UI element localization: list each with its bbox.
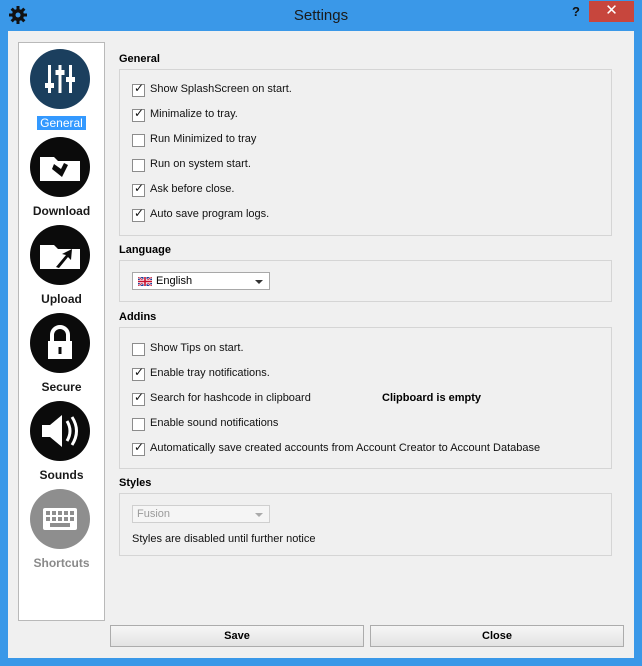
sidebar-item-label: Secure: [41, 380, 82, 394]
padlock-icon: [30, 313, 90, 373]
save-button[interactable]: Save: [110, 625, 364, 647]
uk-flag-icon: [138, 277, 152, 286]
folder-upload-icon: [30, 225, 90, 285]
sidebar-item-label: General: [37, 116, 86, 130]
language-section-title: Language: [119, 244, 171, 256]
checkbox-label: Minimalize to tray.: [150, 108, 238, 120]
clipboard-status: Clipboard is empty: [382, 392, 482, 404]
general-group: ✓ Show SplashScreen on start. ✓ Minimali…: [119, 69, 612, 236]
checkbox-label: Automatically save created accounts from…: [150, 442, 541, 454]
speaker-icon: [30, 401, 90, 461]
checkmark-icon: ✓: [133, 390, 145, 404]
general-section-title: General: [119, 53, 160, 65]
sidebar-item-upload[interactable]: Upload: [19, 225, 104, 313]
dialog-body: General Download Upload Secure Sounds Sh…: [8, 31, 634, 658]
checkbox-label: Ask before close.: [150, 183, 235, 195]
addins-group: Show Tips on start. ✓ Enable tray notifi…: [119, 327, 612, 469]
checkbox-label: Search for hashcode in clipboard: [150, 392, 311, 404]
search-hashcode-checkbox[interactable]: ✓ Search for hashcode in clipboard Clipb…: [132, 390, 602, 408]
checkbox-label: Enable tray notifications.: [150, 367, 270, 379]
sidebar-item-shortcuts: Shortcuts: [19, 489, 104, 577]
window-title: Settings: [293, 7, 349, 24]
sidebar-item-general[interactable]: General: [19, 49, 104, 137]
style-select-value: Fusion: [137, 508, 171, 520]
help-button[interactable]: ?: [566, 3, 586, 23]
sidebar-item-label: Upload: [41, 292, 82, 306]
close-window-button[interactable]: ✕: [589, 1, 634, 22]
sidebar-item-label: Sounds: [39, 468, 84, 482]
language-select-value: English: [156, 275, 193, 287]
settings-sidebar: General Download Upload Secure Sounds Sh…: [18, 42, 105, 621]
sidebar-item-label: Download: [32, 204, 91, 218]
language-select[interactable]: English: [132, 272, 270, 290]
checkmark-icon: ✓: [133, 206, 145, 220]
checkmark-icon: ✓: [133, 181, 145, 195]
keyboard-icon: [30, 489, 90, 549]
style-select: Fusion: [132, 505, 270, 523]
sidebar-item-label: Shortcuts: [33, 556, 90, 570]
addins-section-title: Addins: [119, 311, 157, 323]
chevron-down-icon: [255, 280, 263, 284]
language-group: English: [119, 260, 612, 302]
sidebar-item-download[interactable]: Download: [19, 137, 104, 225]
settings-window: Settings ? ✕ General Download Upload Sec…: [0, 0, 642, 666]
equalizer-icon: [30, 49, 90, 109]
styles-group: Fusion Styles are disabled until further…: [119, 493, 612, 556]
checkbox-label: Run Minimized to tray: [150, 133, 257, 145]
checkmark-icon: ✓: [133, 365, 145, 379]
chevron-down-icon: [255, 513, 263, 517]
checkmark-icon: ✓: [133, 81, 145, 95]
checkmark-icon: ✓: [133, 440, 145, 454]
checkbox-label: Enable sound notifications: [150, 417, 279, 429]
styles-section-title: Styles: [119, 477, 152, 489]
checkbox-label: Show Tips on start.: [150, 342, 244, 354]
styles-disabled-note: Styles are disabled until further notice: [132, 533, 316, 545]
folder-download-icon: [30, 137, 90, 197]
close-button[interactable]: Close: [370, 625, 624, 647]
checkmark-icon: ✓: [133, 106, 145, 120]
checkbox-label: Auto save program logs.: [150, 208, 270, 220]
checkbox-label: Run on system start.: [150, 158, 251, 170]
sidebar-item-secure[interactable]: Secure: [19, 313, 104, 401]
sidebar-item-sounds[interactable]: Sounds: [19, 401, 104, 489]
checkbox-label: Show SplashScreen on start.: [150, 83, 292, 95]
title-bar[interactable]: Settings ? ✕: [0, 0, 642, 31]
